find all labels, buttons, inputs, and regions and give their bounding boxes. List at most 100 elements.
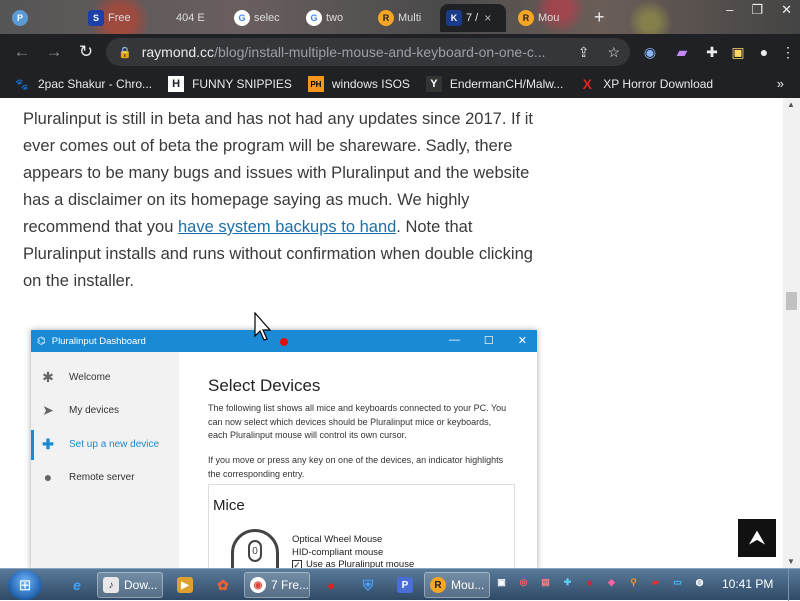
omnibox-actions: ⇪ ☆: [578, 44, 620, 61]
mouse-cursor-icon: [254, 312, 272, 341]
tab-8[interactable]: R Mou: [512, 4, 574, 32]
forward-button[interactable]: →: [38, 42, 70, 62]
url-path: /blog/install-multiple-mouse-and-keyboar…: [214, 44, 546, 60]
bookmark-star-icon[interactable]: ☆: [607, 44, 620, 61]
maximize-button[interactable]: ❐: [751, 2, 763, 18]
taskbar-app-flower[interactable]: ✿: [210, 572, 238, 598]
taskbar-app-red[interactable]: ●: [318, 572, 346, 598]
mouse-number: 0: [248, 540, 262, 562]
tab-label: selec: [254, 12, 280, 24]
windows-taskbar: ⊞ e ♪ Dow... ▶ ✿ ◉ 7 Fre... ● ⛨ P R Mou.…: [0, 568, 800, 601]
tab-close-icon[interactable]: ×: [484, 11, 491, 25]
tray-speaker-icon[interactable]: ◍: [692, 575, 707, 590]
record-icon: ●: [327, 577, 335, 593]
show-desktop-button[interactable]: [788, 569, 800, 601]
reload-button[interactable]: ↻: [70, 42, 102, 62]
tab-label: 7 /: [466, 12, 479, 24]
asterisk-icon: ✱: [42, 369, 54, 385]
screenshot-paragraph: If you move or press any key on one of t…: [208, 455, 504, 479]
tray-diamond-icon[interactable]: ◆: [604, 575, 619, 590]
google-icon: G: [306, 10, 322, 26]
tab-2[interactable]: S Free: [82, 4, 138, 32]
taskbar-app-chrome[interactable]: ◉ 7 Fre...: [244, 572, 310, 598]
globe-icon: ●: [43, 469, 53, 485]
web-page: Pluralinput is still in beta and has not…: [0, 98, 783, 568]
checkbox-label: Use as Pluralinput mouse: [306, 559, 415, 568]
taskbar-app-p[interactable]: P: [392, 572, 420, 598]
screenshot-paragraph: The following list shows all mice and ke…: [208, 403, 507, 440]
tray-record-icon[interactable]: ◎: [516, 575, 531, 590]
h-logo-icon: H: [168, 76, 185, 92]
back-to-top-button[interactable]: ⮝: [738, 519, 776, 557]
tab-5[interactable]: G two: [300, 4, 360, 32]
bookmark-item[interactable]: 🐾 2pac Shakur - Chro...: [14, 76, 152, 92]
bookmark-item[interactable]: H FUNNY SNIPPIES: [168, 76, 292, 92]
share-icon[interactable]: ⇪: [578, 44, 590, 61]
screenshot-close-icon: ✕: [517, 335, 527, 347]
menu-kebab-icon[interactable]: ⋮: [778, 42, 798, 62]
back-button[interactable]: ←: [6, 42, 38, 62]
taskbar-clock[interactable]: 10:41 PM: [722, 577, 773, 591]
backups-link[interactable]: have system backups to hand: [178, 218, 396, 236]
shield-icon: ⛨: [362, 576, 374, 593]
taskbar-app-ie[interactable]: e: [64, 572, 92, 598]
close-window-button[interactable]: ✕: [781, 2, 792, 18]
taskbar-app-shield[interactable]: ⛨: [355, 572, 383, 598]
side-panel-icon[interactable]: ▣: [728, 42, 748, 62]
internet-explorer-icon: e: [73, 577, 81, 593]
chrome-icon: ◉: [250, 577, 266, 593]
minimize-button[interactable]: –: [726, 2, 733, 18]
system-tray: ▣ ◎ ▤ ✚ V ◆ ⚲ ▰ ▭ ◍: [494, 575, 707, 590]
sidebar-label: Remote server: [69, 471, 135, 483]
sidebar-item-welcome: ✱ Welcome: [41, 369, 110, 386]
new-tab-button[interactable]: +: [594, 7, 605, 28]
page-scrollbar[interactable]: ▲ ▼: [783, 98, 800, 568]
taskbar-app-label: Mou...: [451, 578, 485, 592]
tray-screen-icon[interactable]: ▭: [670, 575, 685, 590]
tab-active[interactable]: K 7 / ×: [440, 4, 506, 32]
profile-avatar-icon[interactable]: ●: [754, 42, 774, 62]
bookmark-item[interactable]: Y EndermanCH/Malw...: [425, 76, 563, 92]
scroll-up-icon[interactable]: ▲: [787, 100, 795, 109]
url-host: raymond.cc: [141, 44, 215, 60]
bookmark-item[interactable]: PH windows ISOS: [307, 76, 410, 92]
sidebar-label: My devices: [69, 405, 120, 416]
tray-app-icon[interactable]: ▤: [538, 575, 553, 590]
tab-1[interactable]: P: [6, 4, 46, 32]
raymond-icon: R: [430, 577, 446, 593]
extensions-puzzle-icon[interactable]: ✚: [702, 42, 722, 62]
tray-monitor-icon[interactable]: ▣: [494, 575, 509, 590]
article-paragraph: Pluralinput is still in beta and has not…: [23, 106, 553, 295]
tab-4[interactable]: G selec: [228, 4, 288, 32]
tab-favicon-icon: S: [88, 10, 104, 26]
tab-label: Mou: [538, 12, 560, 24]
bookmark-label: XP Horror Download: [603, 77, 714, 91]
taskbar-app-downloads[interactable]: ♪ Dow...: [97, 572, 163, 598]
start-button[interactable]: ⊞: [8, 570, 42, 600]
tray-search-icon[interactable]: ⚲: [626, 575, 641, 590]
extension-icon[interactable]: ◉: [640, 42, 660, 62]
tray-flag-icon[interactable]: ▰: [648, 575, 663, 590]
ph-logo-icon: PH: [307, 76, 324, 92]
tab-6[interactable]: R Multi: [372, 4, 434, 32]
extension-icon[interactable]: ▰: [672, 42, 692, 62]
address-bar[interactable]: 🔒 raymond.cc/blog/install-multiple-mouse…: [106, 38, 630, 66]
more-bookmarks-button[interactable]: »: [777, 76, 784, 91]
flower-icon: ✿: [217, 576, 229, 593]
mice-panel: Mice 0 Optical Wheel Mouse HID-compliant…: [208, 484, 515, 568]
taskbar-app-player[interactable]: ▶: [172, 572, 200, 598]
tray-plus-icon[interactable]: ✚: [560, 575, 575, 590]
lock-icon[interactable]: 🔒: [118, 46, 132, 59]
screenshot-window-controls: — ☐ ✕: [449, 334, 527, 347]
tray-v-icon[interactable]: V: [582, 575, 597, 590]
scroll-down-icon[interactable]: ▼: [787, 557, 795, 566]
plus-icon: ✚: [42, 436, 54, 452]
tab-3[interactable]: 404 E: [170, 4, 220, 32]
taskbar-app-mouse[interactable]: R Mou...: [424, 572, 490, 598]
sidebar-label: Set up a new device: [69, 439, 160, 450]
bookmark-item[interactable]: X XP Horror Download: [579, 76, 714, 92]
use-mouse-checkbox: ✓ Use as Pluralinput mouse: [292, 559, 414, 568]
scroll-thumb[interactable]: [786, 292, 797, 310]
pluralinput-screenshot: ⌬ Pluralinput Dashboard — ☐ ✕ ✱ Welcome …: [31, 330, 537, 568]
mouse-icon: 0: [231, 529, 279, 568]
